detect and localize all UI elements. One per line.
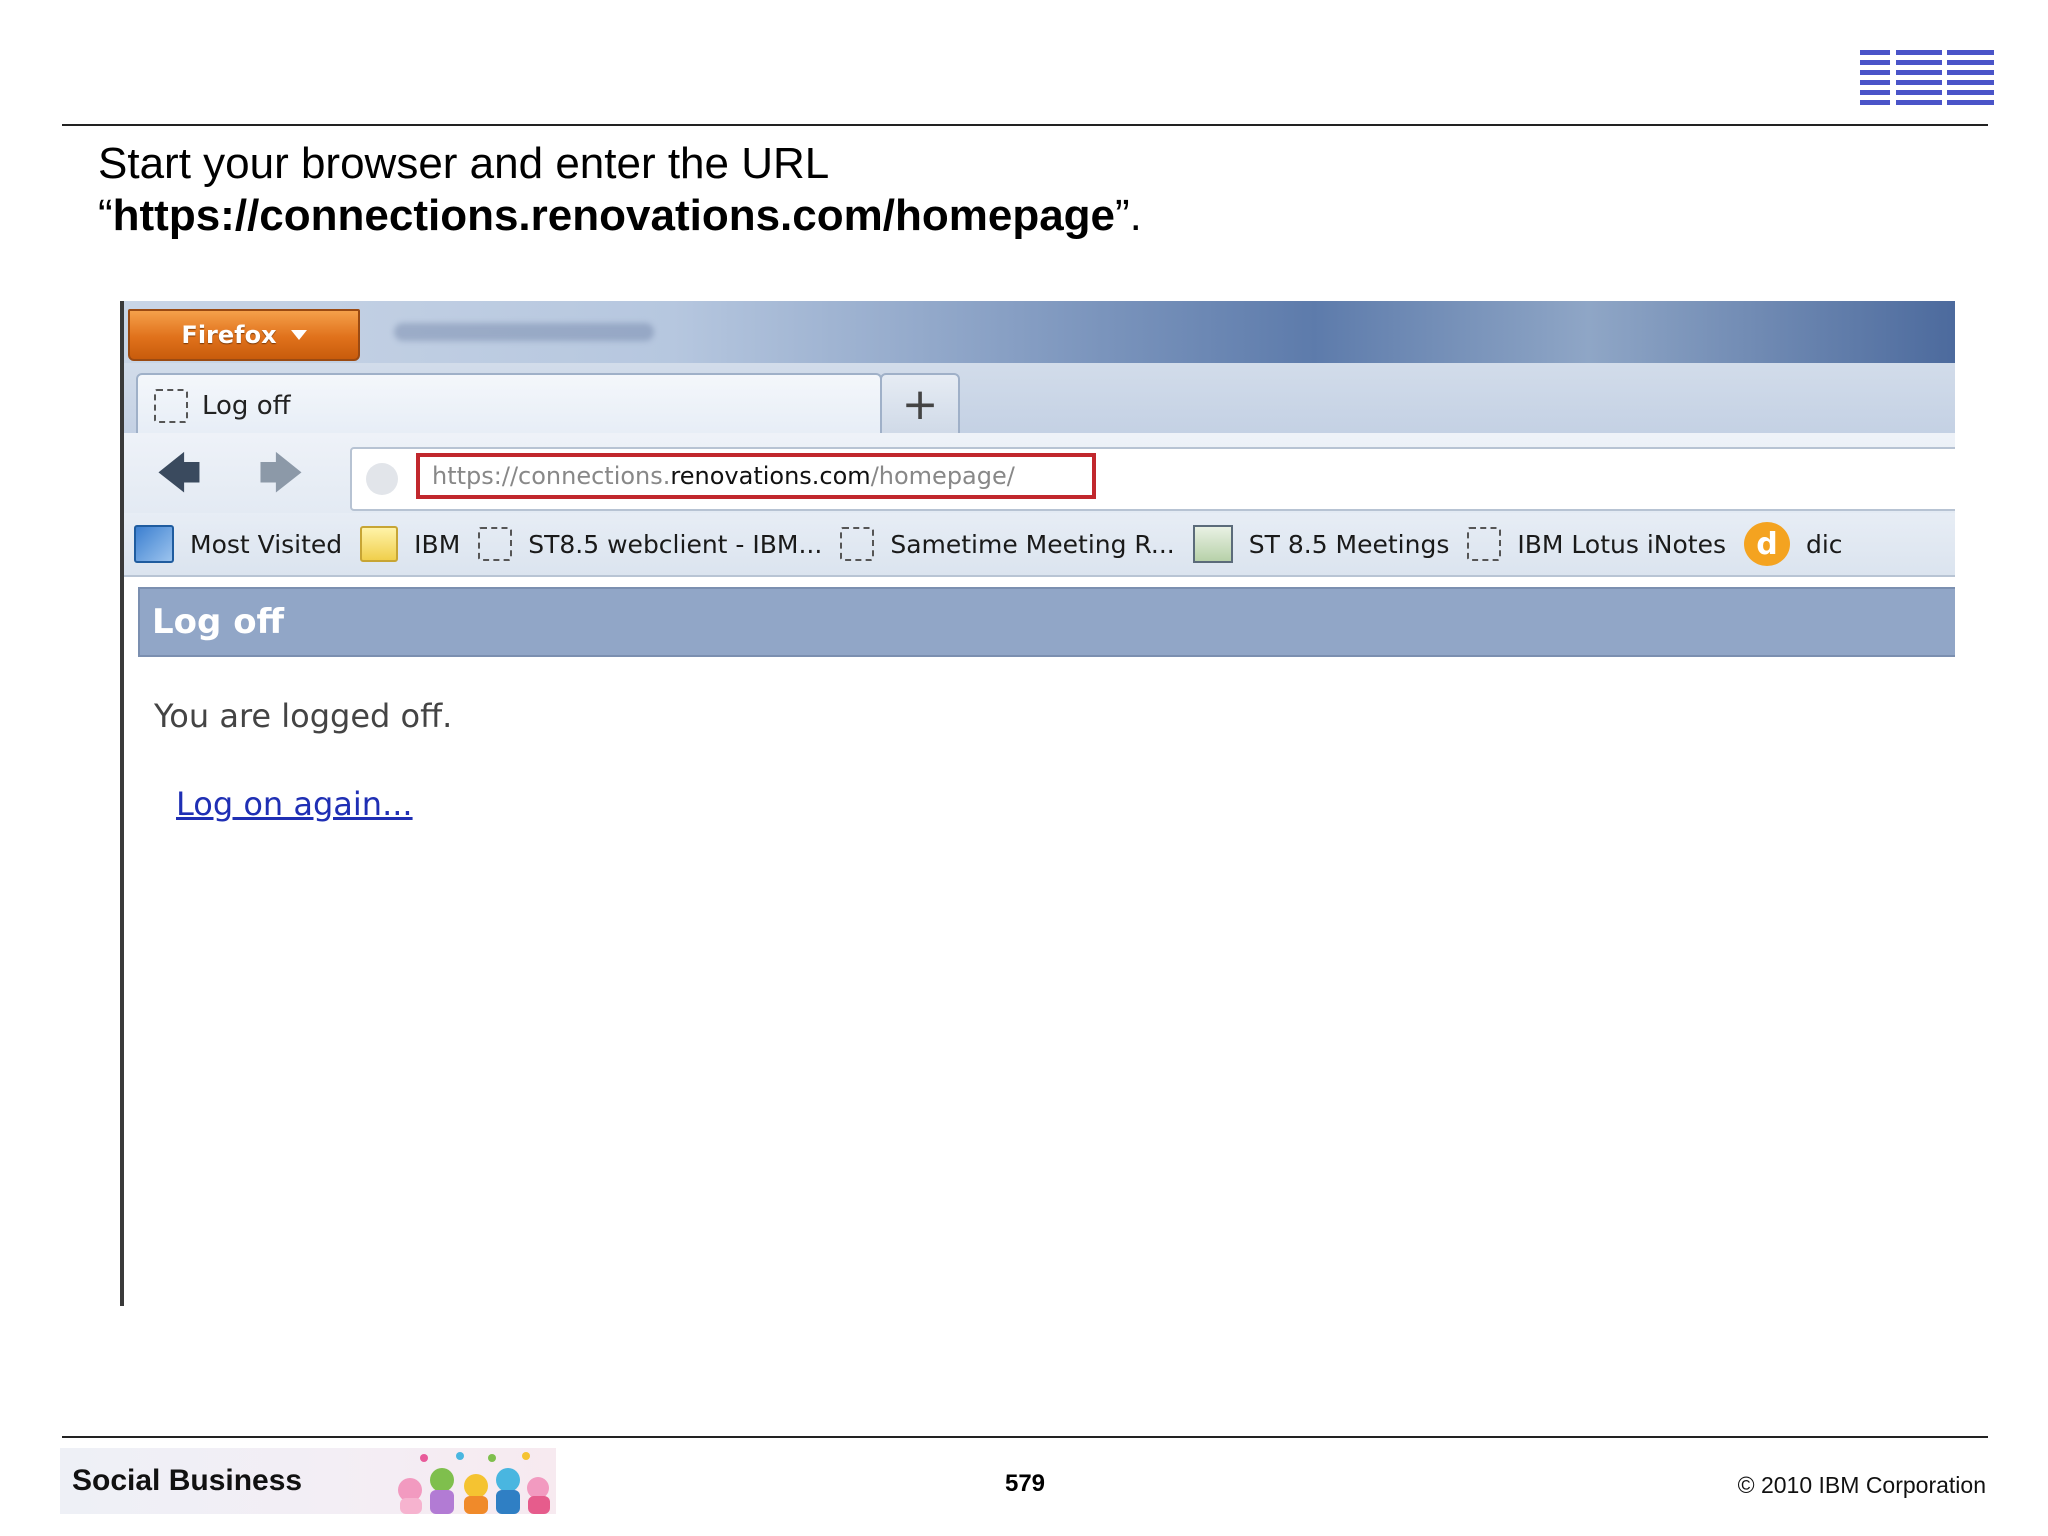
bookmark-sametime-meeting[interactable]: Sametime Meeting R... xyxy=(840,527,1175,561)
bookmark-st85-meetings[interactable]: ST 8.5 Meetings xyxy=(1192,525,1450,563)
instruction-line-1: Start your browser and enter the URL xyxy=(98,139,830,188)
instruction-line-2: “https://connections.renovations.com/hom… xyxy=(98,190,1142,242)
url-prefix: https://connections. xyxy=(432,462,671,490)
blank-page-icon xyxy=(478,527,513,561)
address-bar[interactable]: https://connections. renovations.com/home… xyxy=(350,447,1955,511)
bookmark-ibm[interactable]: IBM xyxy=(360,526,460,562)
open-quote: “ xyxy=(98,191,113,240)
new-tab-button[interactable]: + xyxy=(880,373,960,437)
bookmark-label: Sametime Meeting R... xyxy=(890,529,1175,559)
site-identity-icon xyxy=(366,463,398,495)
firefox-menu-button[interactable]: Firefox xyxy=(128,309,360,361)
forward-button[interactable]: 🡆 xyxy=(256,449,306,499)
tab-strip: Log off + xyxy=(124,363,1955,437)
close-quote: ”. xyxy=(1115,191,1142,240)
blank-page-icon xyxy=(1467,527,1502,561)
page-favicon-icon xyxy=(154,389,188,423)
dropdown-caret-icon xyxy=(290,330,307,340)
log-on-again-link[interactable]: Log on again... xyxy=(176,785,413,823)
social-business-banner: Social Business xyxy=(60,1448,556,1514)
bookmark-label: IBM Lotus iNotes xyxy=(1517,529,1726,559)
url-domain: renovations.com xyxy=(670,462,871,490)
blurred-window-title xyxy=(394,323,654,341)
page-title: Log off xyxy=(138,587,1955,657)
instruction-url: https://connections.renovations.com/home… xyxy=(112,191,1116,240)
bookmark-label: ST 8.5 Meetings xyxy=(1248,529,1450,559)
firefox-menu-label: Firefox xyxy=(181,321,277,349)
copyright-notice: © 2010 IBM Corporation xyxy=(1737,1472,1986,1498)
people-figures-icon xyxy=(398,1452,550,1514)
title-bar: Firefox xyxy=(124,301,1955,363)
bookmark-most-visited[interactable]: Most Visited xyxy=(134,525,342,563)
back-arrow-icon: 🡄 xyxy=(156,448,202,499)
page-content: Log off You are logged off. Log on again… xyxy=(124,577,1955,1306)
tab-title: Log off xyxy=(202,391,291,421)
bookmark-lotus-inotes[interactable]: IBM Lotus iNotes xyxy=(1467,527,1726,561)
url-text-highlighted[interactable]: https://connections. renovations.com/home… xyxy=(416,453,1096,499)
page-number: 579 xyxy=(1004,1470,1046,1497)
tab-log-off[interactable]: Log off xyxy=(136,373,882,437)
bottom-divider xyxy=(62,1436,1988,1438)
url-suffix: /homepage/ xyxy=(870,462,1015,490)
top-divider xyxy=(62,124,1988,126)
presentation-icon xyxy=(1192,525,1233,563)
dictionary-icon: d xyxy=(1743,522,1790,566)
bookmark-dictionary[interactable]: d dic xyxy=(1743,522,1843,566)
navigation-bar: 🡄 🡆 https://connections. renovations.com /… xyxy=(124,433,1955,513)
most-visited-icon xyxy=(134,525,174,563)
folder-icon xyxy=(360,526,399,562)
bookmark-label: dic xyxy=(1805,529,1843,559)
bookmark-st85-webclient[interactable]: ST8.5 webclient - IBM... xyxy=(478,527,822,561)
logged-off-message: You are logged off. xyxy=(154,697,453,735)
bookmark-label: IBM xyxy=(414,529,461,559)
bookmark-label: Most Visited xyxy=(190,529,343,559)
ibm-logo xyxy=(1860,50,1994,106)
bookmark-label: ST8.5 webclient - IBM... xyxy=(528,529,823,559)
blank-page-icon xyxy=(840,527,875,561)
forward-arrow-icon: 🡆 xyxy=(258,448,304,499)
back-button[interactable]: 🡄 xyxy=(154,449,204,499)
bookmarks-toolbar: Most Visited IBM ST8.5 webclient - IBM..… xyxy=(124,513,1955,577)
browser-window: Firefox Log off + 🡄 🡆 https://connection… xyxy=(120,301,1955,1306)
brand-text: Social Business xyxy=(72,1464,303,1497)
